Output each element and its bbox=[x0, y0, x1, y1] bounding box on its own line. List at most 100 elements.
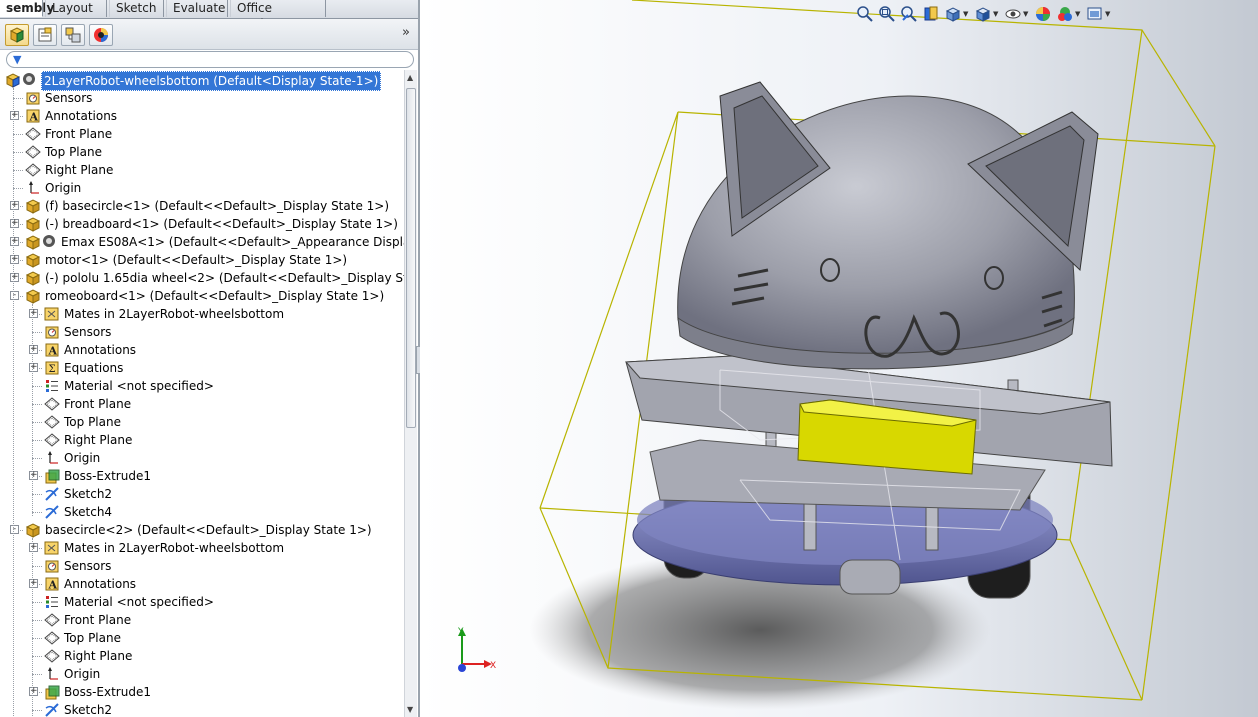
expand-toggle[interactable]: + bbox=[29, 471, 38, 480]
tree-item[interactable]: Top Plane bbox=[0, 629, 404, 647]
model-render bbox=[530, 0, 1216, 710]
featuremanager-toolbar: » bbox=[0, 19, 418, 50]
tree-item[interactable]: Material <not specified> bbox=[0, 593, 404, 611]
zoom-to-area-icon[interactable] bbox=[878, 5, 896, 23]
featuremanager-tab-button[interactable] bbox=[5, 24, 29, 46]
dropdown-arrow-icon[interactable]: ▼ bbox=[1023, 10, 1028, 18]
tree-item[interactable]: + A Annotations bbox=[0, 341, 404, 359]
tree-item-label: Sketch4 bbox=[64, 505, 113, 519]
tree-item[interactable]: Origin bbox=[0, 179, 404, 197]
expand-toggle[interactable]: + bbox=[10, 273, 19, 282]
tab-evaluate[interactable]: Evaluate bbox=[166, 0, 228, 17]
command-manager-tabs: semblyLayoutSketchEvaluateOffice Product… bbox=[0, 0, 418, 31]
tree-item[interactable]: Sensors bbox=[0, 557, 404, 575]
tree-item[interactable]: Front Plane bbox=[0, 125, 404, 143]
tree-item[interactable]: Top Plane bbox=[0, 143, 404, 161]
tree-item-label: Origin bbox=[64, 451, 101, 465]
tree-item[interactable]: - basecircle<2> (Default<<Default>_Displa… bbox=[0, 521, 404, 539]
scrollbar-thumb[interactable] bbox=[406, 88, 416, 428]
expand-toggle[interactable]: + bbox=[10, 237, 19, 246]
expand-toggle[interactable]: + bbox=[29, 543, 38, 552]
tree-item-label: romeoboard<1> (Default<<Default>_Display… bbox=[45, 289, 385, 303]
displaymanager-tab-button[interactable] bbox=[89, 24, 113, 46]
panel-expand-button[interactable]: » bbox=[402, 25, 410, 40]
tree-item-label: Mates in 2LayerRobot-wheelsbottom bbox=[64, 307, 285, 321]
previous-view-icon[interactable] bbox=[900, 5, 918, 23]
tree-item[interactable]: Top Plane bbox=[0, 413, 404, 431]
tree-item[interactable]: + Mates in 2LayerRobot-wheelsbottom bbox=[0, 305, 404, 323]
tree-item[interactable]: + (-) breadboard<1> (Default<<Default>_Di… bbox=[0, 215, 404, 233]
tree-item[interactable]: Right Plane bbox=[0, 647, 404, 665]
tree-connector bbox=[32, 674, 42, 675]
tree-connector bbox=[32, 494, 42, 495]
tree-item[interactable]: + Mates in 2LayerRobot-wheelsbottom bbox=[0, 539, 404, 557]
tree-item[interactable]: Right Plane bbox=[0, 161, 404, 179]
hide-show-items-icon[interactable] bbox=[1004, 5, 1022, 23]
expand-toggle[interactable]: + bbox=[10, 201, 19, 210]
scroll-down-icon[interactable]: ▼ bbox=[407, 705, 413, 714]
tab-sembly[interactable]: sembly bbox=[0, 0, 54, 17]
display-style-icon[interactable] bbox=[974, 5, 992, 23]
tree-item[interactable]: + (-) pololu 1.65dia wheel<2> (Default<<D… bbox=[0, 269, 404, 287]
tree-item[interactable]: + Boss-Extrude1 bbox=[0, 467, 404, 485]
zoom-to-fit-icon[interactable] bbox=[856, 5, 874, 23]
tree-root[interactable]: 2LayerRobot-wheelsbottom (Default<Displa… bbox=[0, 71, 404, 91]
tree-item[interactable]: Material <not specified> bbox=[0, 377, 404, 395]
scroll-up-icon[interactable]: ▲ bbox=[407, 73, 413, 82]
tree-scrollbar[interactable]: ▲ ▼ bbox=[404, 70, 417, 717]
section-view-icon[interactable] bbox=[922, 5, 940, 23]
tree-item[interactable]: Sketch2 bbox=[0, 485, 404, 503]
tree-item[interactable]: Origin bbox=[0, 449, 404, 467]
tree-item[interactable]: + motor<1> (Default<<Default>_Display Sta… bbox=[0, 251, 404, 269]
annotations-icon: A bbox=[44, 576, 60, 592]
expand-toggle[interactable]: + bbox=[29, 579, 38, 588]
dropdown-arrow-icon[interactable]: ▼ bbox=[1105, 10, 1110, 18]
tree-item[interactable]: Front Plane bbox=[0, 611, 404, 629]
view-settings-icon[interactable] bbox=[1086, 5, 1104, 23]
tree-item[interactable]: Sketch2 bbox=[0, 701, 404, 717]
dropdown-arrow-icon[interactable]: ▼ bbox=[1075, 10, 1080, 18]
tab-office-products[interactable]: Office Products bbox=[230, 0, 326, 31]
origin-icon bbox=[25, 180, 41, 196]
dropdown-arrow-icon[interactable]: ▼ bbox=[993, 10, 998, 18]
extrude-feature-icon bbox=[44, 468, 60, 484]
tree-item-label: Top Plane bbox=[64, 415, 121, 429]
graphics-area[interactable]: Y X bbox=[420, 0, 1258, 717]
tree-item-label: (f) basecircle<1> (Default<<Default>_Dis… bbox=[45, 199, 390, 213]
plane-icon bbox=[44, 432, 60, 448]
collapse-toggle[interactable]: - bbox=[10, 291, 19, 300]
tree-item[interactable]: + A Annotations bbox=[0, 575, 404, 593]
triad-x-label: X bbox=[490, 661, 496, 671]
expand-toggle[interactable]: + bbox=[10, 111, 19, 120]
tree-item[interactable]: + A Annotations bbox=[0, 107, 404, 125]
tab-layout[interactable]: Layout bbox=[45, 0, 107, 17]
tree-item[interactable]: + Boss-Extrude1 bbox=[0, 683, 404, 701]
tree-item[interactable]: Sensors bbox=[0, 323, 404, 341]
tree-item[interactable]: Origin bbox=[0, 665, 404, 683]
dropdown-arrow-icon[interactable]: ▼ bbox=[963, 10, 968, 18]
view-orientation-icon[interactable] bbox=[944, 5, 962, 23]
edit-appearance-icon[interactable] bbox=[1034, 5, 1052, 23]
tree-item[interactable]: - romeoboard<1> (Default<<Default>_Displa… bbox=[0, 287, 404, 305]
tree-item[interactable]: Front Plane bbox=[0, 395, 404, 413]
feature-filter-input[interactable]: ▼ bbox=[6, 51, 414, 68]
tree-item[interactable]: + Emax ES08A<1> (Default<<Default>_Appear… bbox=[0, 233, 404, 251]
expand-toggle[interactable]: + bbox=[29, 309, 38, 318]
tree-item[interactable]: Right Plane bbox=[0, 431, 404, 449]
tree-item[interactable]: Sketch4 bbox=[0, 503, 404, 521]
propertymanager-tab-button[interactable] bbox=[33, 24, 57, 46]
collapse-toggle[interactable]: - bbox=[10, 525, 19, 534]
expand-toggle[interactable]: + bbox=[10, 219, 19, 228]
tree-item[interactable]: + (f) basecircle<1> (Default<<Default>_Di… bbox=[0, 197, 404, 215]
tab-sketch[interactable]: Sketch bbox=[109, 0, 164, 17]
tree-item-label: Annotations bbox=[45, 109, 118, 123]
configurationmanager-tab-button[interactable] bbox=[61, 24, 85, 46]
tree-item[interactable]: + Σ Equations bbox=[0, 359, 404, 377]
apply-scene-icon[interactable] bbox=[1056, 5, 1074, 23]
expand-toggle[interactable]: + bbox=[29, 363, 38, 372]
tree-item-label: Sketch2 bbox=[64, 703, 113, 717]
expand-toggle[interactable]: + bbox=[29, 345, 38, 354]
expand-toggle[interactable]: + bbox=[29, 687, 38, 696]
tree-item[interactable]: Sensors bbox=[0, 89, 404, 107]
expand-toggle[interactable]: + bbox=[10, 255, 19, 264]
